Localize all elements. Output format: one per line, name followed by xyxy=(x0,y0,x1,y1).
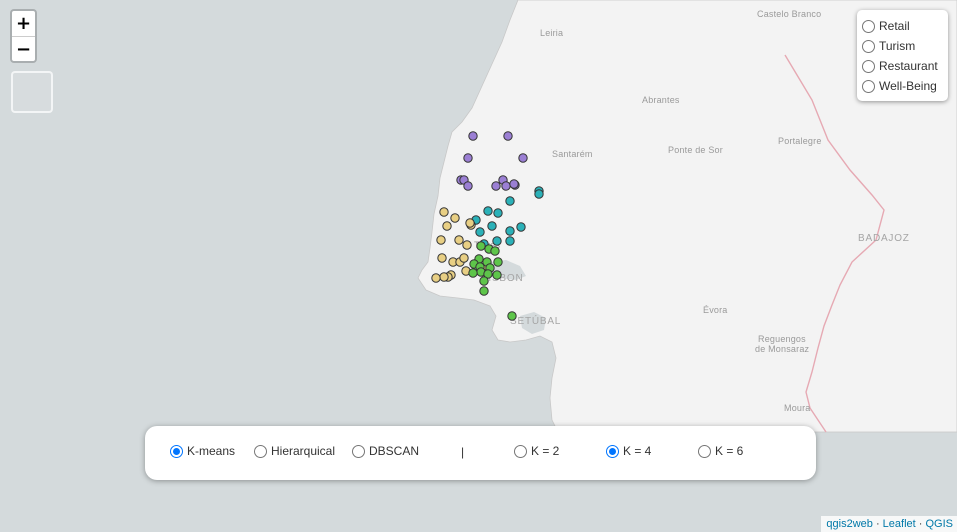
cluster-point-yellow[interactable] xyxy=(459,253,469,263)
qgis-link[interactable]: QGIS xyxy=(925,518,953,530)
cluster-point-teal[interactable] xyxy=(534,189,544,199)
k-label-2: K = 2 xyxy=(531,444,560,458)
layer-selector-panel: Retail Turism Restaurant Well-Being xyxy=(857,10,948,101)
place-label-reguengos: Reguengos xyxy=(758,334,806,344)
cluster-point-yellow[interactable] xyxy=(465,218,475,228)
layer-radio-retail[interactable] xyxy=(862,19,875,33)
k-label-4: K = 4 xyxy=(623,444,652,458)
algorithm-radio-hierarquical[interactable] xyxy=(254,444,267,458)
place-label-leiria: Leiria xyxy=(540,28,563,38)
layer-label-restaurant: Restaurant xyxy=(879,59,938,73)
cluster-point-green[interactable] xyxy=(476,241,486,251)
cluster-point-purple[interactable] xyxy=(468,131,478,141)
cluster-point-green[interactable] xyxy=(490,246,500,256)
place-label-evora: Évora xyxy=(703,305,728,315)
layer-label-well-being: Well-Being xyxy=(879,79,937,93)
cluster-point-yellow[interactable] xyxy=(431,273,441,283)
attribution-separator: · xyxy=(872,518,883,530)
algorithm-label-hierarquical: Hierarquical xyxy=(271,444,336,458)
layer-label-retail: Retail xyxy=(879,19,910,33)
k-radio-2[interactable] xyxy=(514,444,527,458)
cluster-point-yellow[interactable] xyxy=(439,272,449,282)
layer-radio-turism[interactable] xyxy=(862,39,875,53)
cluster-point-yellow[interactable] xyxy=(439,207,449,217)
cluster-point-purple[interactable] xyxy=(463,181,473,191)
algorithm-radio-dbscan[interactable] xyxy=(352,444,365,458)
cluster-point-green[interactable] xyxy=(492,270,502,280)
cluster-point-teal[interactable] xyxy=(475,227,485,237)
cluster-point-yellow[interactable] xyxy=(436,235,446,245)
layer-option-retail[interactable]: Retail xyxy=(862,16,943,36)
cluster-point-purple[interactable] xyxy=(518,153,528,163)
k-option-4[interactable]: K = 4 xyxy=(606,444,651,458)
leaflet-link[interactable]: Leaflet xyxy=(883,518,916,530)
place-label-ponte-de-sor: Ponte de Sor xyxy=(668,145,723,155)
cluster-point-teal[interactable] xyxy=(505,226,515,236)
layer-option-well-being[interactable]: Well-Being xyxy=(862,76,943,96)
layer-option-restaurant[interactable]: Restaurant xyxy=(862,56,943,76)
k-option-2[interactable]: K = 2 xyxy=(514,444,559,458)
layer-radio-restaurant[interactable] xyxy=(862,59,875,73)
k-label-6: K = 6 xyxy=(715,444,744,458)
zoom-in-button[interactable]: + xyxy=(12,11,35,36)
algorithm-label-kmeans: K-means xyxy=(187,444,236,458)
cluster-point-teal[interactable] xyxy=(505,236,515,246)
k-option-6[interactable]: K = 6 xyxy=(698,444,743,458)
cluster-point-teal[interactable] xyxy=(493,208,503,218)
place-label-castelo-branco: Castelo Branco xyxy=(757,9,821,19)
cluster-point-purple[interactable] xyxy=(503,131,513,141)
cluster-point-teal[interactable] xyxy=(505,196,515,206)
cluster-point-green[interactable] xyxy=(479,276,489,286)
cluster-point-purple[interactable] xyxy=(463,153,473,163)
layer-option-turism[interactable]: Turism xyxy=(862,36,943,56)
algorithm-radio-kmeans[interactable] xyxy=(170,444,183,458)
layer-label-turism: Turism xyxy=(879,39,916,53)
place-label-de-monsaraz: de Monsaraz xyxy=(755,344,810,354)
place-label-badajoz: BADAJOZ xyxy=(858,233,910,244)
clustering-control-bar: K-means Hierarquical DBSCAN | K = 2 K = … xyxy=(145,426,816,480)
cluster-point-yellow[interactable] xyxy=(462,240,472,250)
cluster-point-purple[interactable] xyxy=(509,179,519,189)
algorithm-option-dbscan[interactable]: DBSCAN xyxy=(352,444,419,458)
cluster-point-teal[interactable] xyxy=(516,222,526,232)
cluster-point-purple[interactable] xyxy=(491,181,501,191)
place-label-portalegre: Portalegre xyxy=(778,136,822,146)
cluster-point-yellow[interactable] xyxy=(442,221,452,231)
zoom-control: + − xyxy=(10,9,37,63)
cluster-point-green[interactable] xyxy=(507,311,517,321)
place-label-moura: Moura xyxy=(784,403,811,413)
cluster-point-yellow[interactable] xyxy=(437,253,447,263)
k-radio-4[interactable] xyxy=(606,444,619,458)
cluster-point-green[interactable] xyxy=(479,286,489,296)
cluster-point-yellow[interactable] xyxy=(454,235,464,245)
k-radio-6[interactable] xyxy=(698,444,711,458)
cluster-point-purple[interactable] xyxy=(501,181,511,191)
qgis2web-link[interactable]: qgis2web xyxy=(826,518,872,530)
layer-radio-well-being[interactable] xyxy=(862,79,875,93)
place-label-santarem: Santarém xyxy=(552,149,593,159)
layer-toggle-placeholder[interactable] xyxy=(11,71,53,113)
cluster-point-yellow[interactable] xyxy=(450,213,460,223)
attribution: qgis2web · Leaflet · QGIS xyxy=(821,516,957,532)
algorithm-option-hierarquical[interactable]: Hierarquical xyxy=(254,444,335,458)
cluster-point-green[interactable] xyxy=(493,257,503,267)
algorithm-option-kmeans[interactable]: K-means xyxy=(170,444,235,458)
cluster-point-teal[interactable] xyxy=(487,221,497,231)
algorithm-label-dbscan: DBSCAN xyxy=(369,444,420,458)
cluster-point-teal[interactable] xyxy=(492,236,502,246)
control-separator: | xyxy=(461,445,465,459)
place-label-abrantes: Abrantes xyxy=(642,95,680,105)
zoom-out-button[interactable]: − xyxy=(12,36,35,61)
cluster-point-teal[interactable] xyxy=(483,206,493,216)
place-label-setubal: SETÚBAL xyxy=(510,314,561,327)
cluster-point-green[interactable] xyxy=(468,268,478,278)
